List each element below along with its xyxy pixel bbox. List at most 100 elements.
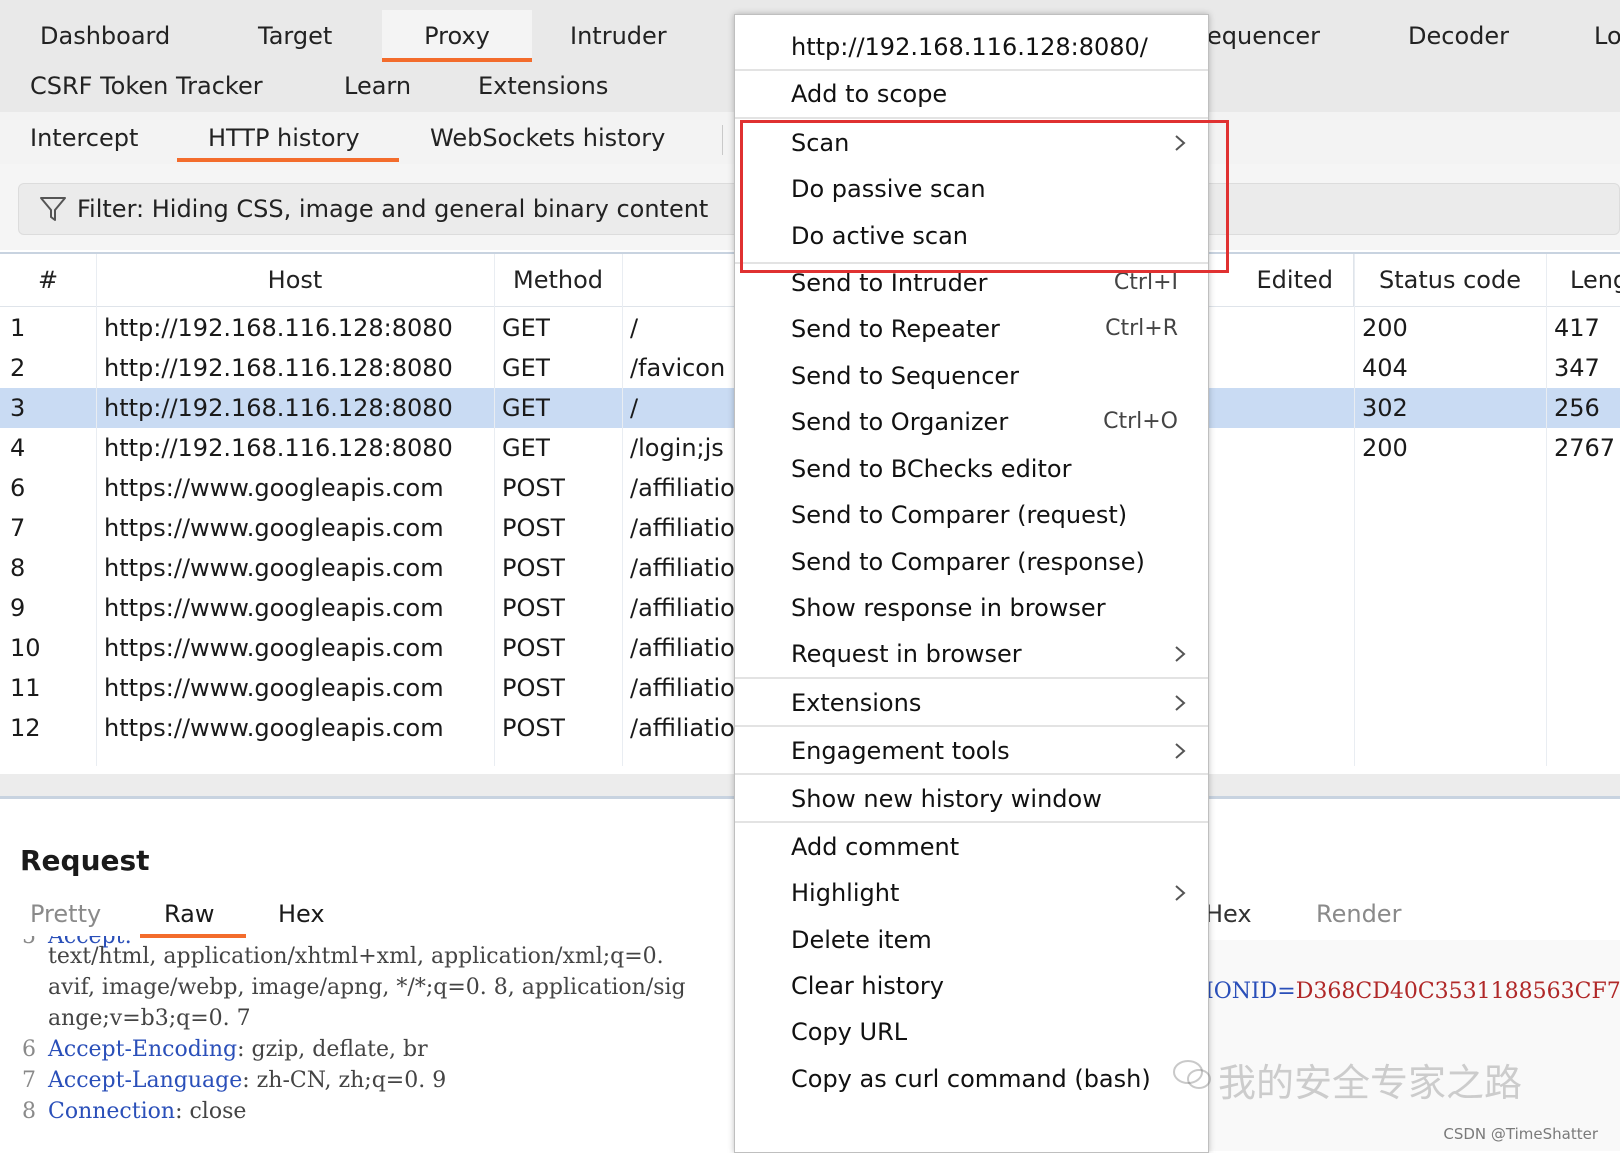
column-divider <box>96 254 97 766</box>
cell-url: /affiliatio <box>630 514 734 542</box>
line-number: 6 <box>22 1037 36 1062</box>
menu-item-http-192-168-116-128-8080[interactable]: http://192.168.116.128:8080/ <box>735 24 1208 70</box>
http-history-underline <box>177 158 399 162</box>
watermark-text: 我的安全专家之路 <box>1218 1061 1523 1105</box>
column-divider <box>1546 254 1547 766</box>
request-line: text/html, application/xhtml+xml, applic… <box>0 942 740 972</box>
cell-host: https://www.googleapis.com <box>104 634 444 662</box>
tab-hex[interactable]: Hex <box>278 898 325 930</box>
cell-method: POST <box>502 554 566 582</box>
response-cookie-key: IONID= <box>1205 979 1296 1004</box>
menu-item-request-in-browser[interactable]: Request in browser <box>735 631 1208 677</box>
tab-target[interactable]: Target <box>258 20 332 52</box>
cell-length <box>1554 588 1620 628</box>
tab-extensions[interactable]: Extensions <box>478 70 608 102</box>
line-text: ange;v=b3;q=0. 7 <box>48 1004 251 1034</box>
cell-num: 1 <box>10 314 26 342</box>
menu-item-engagement-tools[interactable]: Engagement tools <box>735 728 1208 774</box>
menu-item-extensions[interactable]: Extensions <box>735 680 1208 726</box>
header-name: Accept-Language <box>48 1068 243 1093</box>
cell-length <box>1554 708 1620 748</box>
menu-item-show-new-history-window[interactable]: Show new history window <box>735 776 1208 822</box>
menu-item-send-to-comparer-request[interactable]: Send to Comparer (request) <box>735 492 1208 538</box>
menu-item-show-response-in-browser[interactable]: Show response in browser <box>735 585 1208 631</box>
menu-item-clear-history[interactable]: Clear history <box>735 963 1208 1009</box>
menu-item-label: Send to BChecks editor <box>791 455 1072 483</box>
header-name: Accept-Encoding <box>48 1037 238 1062</box>
menu-item-copy-url[interactable]: Copy URL <box>735 1009 1208 1055</box>
tab-intercept[interactable]: Intercept <box>30 122 138 154</box>
request-title: Request <box>20 844 150 877</box>
menu-item-highlight[interactable]: Highlight <box>735 870 1208 916</box>
menu-item-label: http://192.168.116.128:8080/ <box>791 33 1148 61</box>
cell-status: 200 <box>1362 434 1408 462</box>
funnel-icon <box>40 197 66 221</box>
menu-item-copy-as-curl-command-bash[interactable]: Copy as curl command (bash) <box>735 1056 1208 1102</box>
tab-raw[interactable]: Raw <box>164 898 214 930</box>
request-line: 8 Connection: close <box>0 1097 740 1127</box>
cell-num: 12 <box>10 714 41 742</box>
column-header-edited[interactable]: Edited <box>1207 254 1354 306</box>
cell-method: GET <box>502 434 551 462</box>
request-line: 6 Accept-Encoding: gzip, deflate, br <box>0 1035 740 1065</box>
cell-url: /affiliatio <box>630 554 734 582</box>
tab-pretty[interactable]: Pretty <box>30 898 101 930</box>
menu-item-label: Request in browser <box>791 640 1022 668</box>
header-value: : gzip, deflate, br <box>237 1037 428 1062</box>
cell-host: https://www.googleapis.com <box>104 594 444 622</box>
tab-http-history[interactable]: HTTP history <box>208 122 360 154</box>
cell-host: https://www.googleapis.com <box>104 674 444 702</box>
tab-dashboard[interactable]: Dashboard <box>40 20 170 52</box>
column-header-host[interactable]: Host <box>96 254 495 306</box>
tab-websockets-history[interactable]: WebSockets history <box>430 122 665 154</box>
menu-item-label: Send to Repeater <box>791 315 1000 343</box>
tab-decoder[interactable]: Decoder <box>1408 20 1509 52</box>
menu-item-send-to-organizer[interactable]: Send to Organizer Ctrl+O <box>735 399 1208 445</box>
request-line: ange;v=b3;q=0. 7 <box>0 1004 740 1034</box>
cell-method: POST <box>502 594 566 622</box>
response-tab-hex[interactable]: Hex <box>1205 898 1252 930</box>
cell-method: GET <box>502 314 551 342</box>
cell-host: https://www.googleapis.com <box>104 554 444 582</box>
tab-intruder[interactable]: Intruder <box>570 20 667 52</box>
header-value: : close <box>175 1099 247 1124</box>
tab-csrf-token-tracker[interactable]: CSRF Token Tracker <box>30 70 263 102</box>
menu-item-label: Send to Comparer (response) <box>791 548 1145 576</box>
menu-item-label: Send to Comparer (request) <box>791 501 1128 529</box>
header-name: Connection <box>48 1099 176 1124</box>
column-header-length[interactable]: Leng <box>1546 254 1620 306</box>
scan-options-highlight-box <box>740 120 1229 273</box>
chevron-right-icon <box>1175 885 1186 901</box>
menu-item-delete-item[interactable]: Delete item <box>735 917 1208 963</box>
cell-method: POST <box>502 514 566 542</box>
menu-item-add-comment[interactable]: Add comment <box>735 824 1208 870</box>
menu-item-send-to-sequencer[interactable]: Send to Sequencer <box>735 353 1208 399</box>
tab-proxy[interactable]: Proxy <box>382 10 532 62</box>
tab-sequencer[interactable]: equencer <box>1207 20 1320 52</box>
response-tab-render[interactable]: Render <box>1316 898 1401 930</box>
tab-logger[interactable]: Lo <box>1594 20 1620 52</box>
cell-host: http://192.168.116.128:8080 <box>104 434 453 462</box>
menu-item-label: Clear history <box>791 972 944 1000</box>
menu-item-send-to-bchecks-editor[interactable]: Send to BChecks editor <box>735 446 1208 492</box>
line-text: Connection: close <box>48 1097 246 1127</box>
cell-url: /affiliatio <box>630 634 734 662</box>
menu-item-send-to-comparer-response[interactable]: Send to Comparer (response) <box>735 539 1208 585</box>
request-editor[interactable]: 5 Accept: text/html, application/xhtml+xml… <box>0 936 740 1151</box>
menu-item-label: Add comment <box>791 833 960 861</box>
menu-item-label: Engagement tools <box>791 737 1010 765</box>
column-divider <box>1354 254 1355 766</box>
column-header-status-code[interactable]: Status code <box>1354 254 1547 306</box>
response-cookie-line: IONID=D368CD40C3531188563CF7BE1 <box>1205 977 1620 1007</box>
request-line: 7 Accept-Language: zh-CN, zh;q=0. 9 <box>0 1066 740 1096</box>
response-editor[interactable] <box>1195 940 1620 1151</box>
menu-item-label: Send to Sequencer <box>791 362 1020 390</box>
menu-item-send-to-repeater[interactable]: Send to Repeater Ctrl+R <box>735 306 1208 352</box>
menu-item-add-to-scope[interactable]: Add to scope <box>735 71 1208 117</box>
cell-method: GET <box>502 354 551 382</box>
tab-learn[interactable]: Learn <box>344 70 411 102</box>
column-header-num[interactable]: # <box>0 254 97 306</box>
line-number: 8 <box>22 1099 36 1124</box>
cell-host: http://192.168.116.128:8080 <box>104 314 453 342</box>
column-header-method[interactable]: Method <box>494 254 623 306</box>
